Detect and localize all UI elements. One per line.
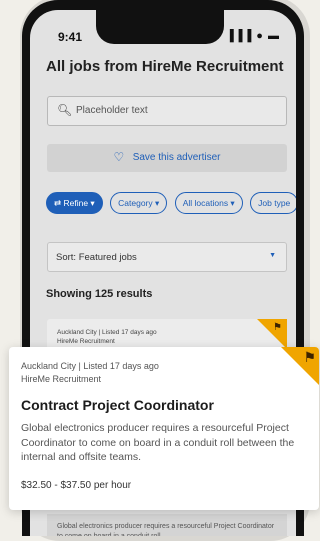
featured-badge <box>257 319 287 349</box>
save-advertiser-button[interactable]: ♡ Save this advertiser <box>47 144 287 172</box>
chevron-down-icon: ▼ <box>269 252 276 259</box>
category-filter[interactable]: Category ▾ <box>110 192 168 214</box>
job-description: Global electronics producer requires a r… <box>21 422 295 463</box>
sort-select[interactable]: Sort: Featured jobs ▼ <box>47 242 287 272</box>
featured-icon: ⚑ <box>303 349 316 365</box>
job-card[interactable]: Global electronics producer requires a r… <box>47 514 287 536</box>
locations-filter[interactable]: All locations ▾ <box>174 192 243 214</box>
heart-plus-icon: ♡ <box>113 150 125 164</box>
results-count: Showing 125 results <box>46 288 153 300</box>
status-bar: 9:41 ▐▐▐ ● ▬ <box>30 10 296 50</box>
save-advertiser-label: Save this advertiser <box>132 152 221 163</box>
sort-label: Sort: Featured jobs <box>56 252 137 263</box>
page-title: All jobs from HireMe Recruitment <box>46 58 284 75</box>
featured-icon: ⚑ <box>273 322 282 333</box>
search-input[interactable]: 🔍︎ Placeholder text <box>47 96 287 126</box>
search-icon: 🔍︎ <box>57 103 73 117</box>
search-placeholder: Placeholder text <box>76 105 148 116</box>
job-advertiser: HireMe Recruitment <box>21 374 102 384</box>
job-title[interactable]: Contract Project Coordinator <box>21 397 214 413</box>
job-advertiser: HireMe Recruitment <box>57 338 115 345</box>
job-meta: Auckland City | Listed 17 days ago <box>21 361 159 371</box>
status-time: 9:41 <box>58 30 83 44</box>
camera-notch <box>96 10 224 44</box>
featured-job-card[interactable]: ⚑ Auckland City | Listed 17 days ago Hir… <box>9 347 319 510</box>
filter-chips: ⇄ Refine ▾ Category ▾ All locations ▾ Jo… <box>46 192 296 216</box>
signal-wifi-battery-icon: ▐▐▐ ● ▬ <box>225 30 280 42</box>
job-meta: Auckland City | Listed 17 days ago <box>57 329 157 336</box>
job-description: Global electronics producer requires a r… <box>57 523 275 536</box>
job-pay: $32.50 - $37.50 per hour <box>21 480 132 491</box>
job-type-filter[interactable]: Job type <box>250 192 296 214</box>
refine-button[interactable]: ⇄ Refine ▾ <box>46 192 103 214</box>
